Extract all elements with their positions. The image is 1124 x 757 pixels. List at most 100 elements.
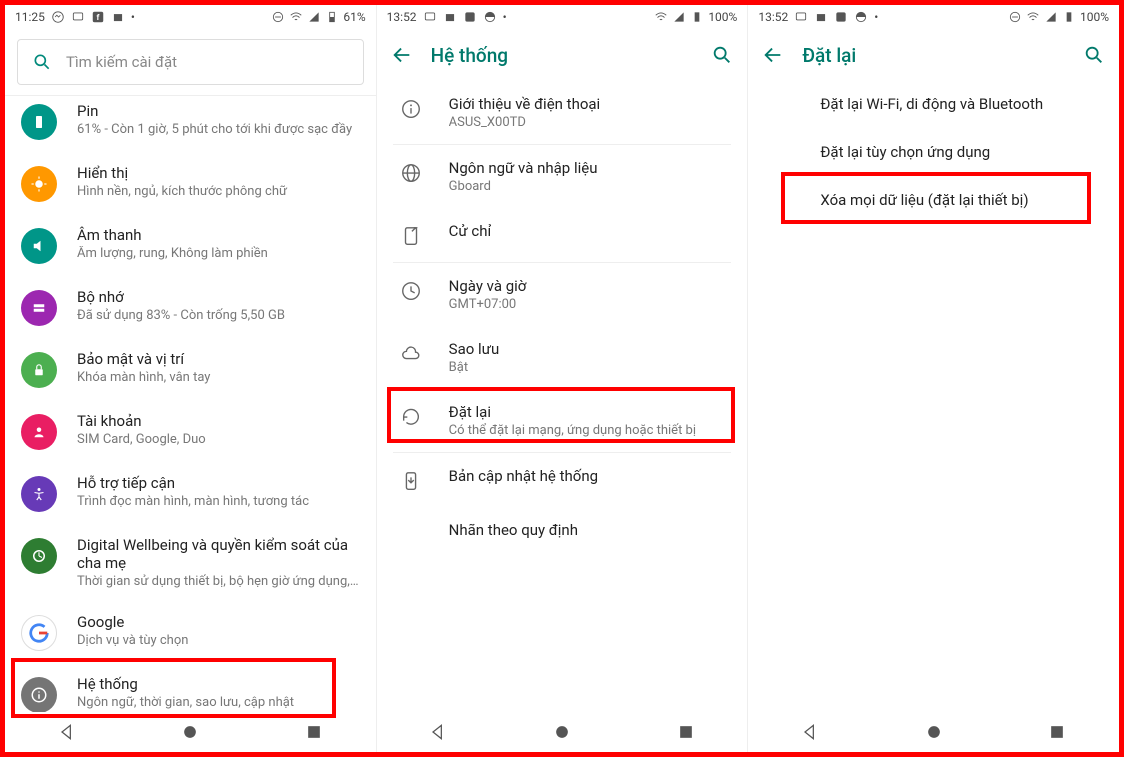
reset-item-network[interactable]: Đặt lại Wi-Fi, di động và Bluetooth: [748, 81, 1119, 129]
google-icon: [21, 615, 57, 651]
display-icon: [21, 166, 57, 202]
search-placeholder: Tìm kiếm cài đặt: [66, 53, 177, 71]
info-icon: [399, 97, 423, 121]
signal-icon: [672, 10, 686, 24]
chat-icon: [794, 10, 808, 24]
globe-icon: [399, 161, 423, 185]
storage-icon: [21, 290, 57, 326]
settings-item-battery[interactable]: Pin61% - Còn 1 giờ, 5 phút cho tới khi đ…: [5, 96, 376, 152]
cloud-icon: [399, 342, 423, 366]
search-button[interactable]: [1083, 44, 1105, 66]
system-panel: 13:52 • 100% Hệ thống Giới thiệu v: [376, 5, 749, 752]
settings-item-sound[interactable]: Âm thanhÂm lượng, rung, Không làm phiền: [5, 214, 376, 276]
nav-bar: [5, 712, 376, 752]
account-icon: [21, 414, 57, 450]
more-icon: •: [503, 10, 507, 24]
wifi-icon: [289, 10, 303, 24]
search-input[interactable]: Tìm kiếm cài đặt: [17, 39, 364, 85]
app-bar-title: Hệ thống: [431, 44, 694, 67]
app-bar: Đặt lại: [748, 29, 1119, 81]
search-icon: [32, 52, 52, 72]
system-item-gestures[interactable]: Cử chỉ: [377, 208, 748, 262]
app-bar: Hệ thống: [377, 29, 748, 81]
status-bar: 11:25 f • 61%: [5, 5, 376, 29]
status-battery: 100%: [1080, 10, 1109, 24]
app-icon: [834, 10, 848, 24]
search-button[interactable]: [711, 44, 733, 66]
status-time: 13:52: [758, 10, 788, 24]
more-icon: •: [874, 10, 878, 24]
status-bar: 13:52 • 100%: [748, 5, 1119, 29]
nav-home-icon[interactable]: [552, 722, 572, 742]
reset-icon: [399, 405, 423, 429]
do-not-disturb-icon: [271, 10, 285, 24]
nav-recent-icon[interactable]: [676, 722, 696, 742]
chat-icon: [71, 10, 85, 24]
update-icon: [399, 469, 423, 493]
clock-icon: [399, 279, 423, 303]
status-time: 11:25: [15, 10, 45, 24]
wifi-icon: [654, 10, 668, 24]
svg-text:f: f: [96, 12, 99, 22]
app-bar-title: Đặt lại: [802, 44, 1065, 67]
app-icon: [463, 10, 477, 24]
shop-icon: [443, 10, 457, 24]
circle-icon: [483, 10, 497, 24]
settings-item-storage[interactable]: Bộ nhớĐã sử dụng 83% - Còn trống 5,50 GB: [5, 276, 376, 338]
do-not-disturb-icon: [1008, 10, 1022, 24]
shop-icon: [111, 10, 125, 24]
wifi-icon: [1026, 10, 1040, 24]
more-icon: •: [131, 10, 135, 24]
shop-icon: [814, 10, 828, 24]
system-item-regulatory[interactable]: Nhãn theo quy định: [377, 507, 748, 555]
nav-recent-icon[interactable]: [1047, 722, 1067, 742]
circle-icon: [854, 10, 868, 24]
settings-item-accounts[interactable]: Tài khoảnSIM Card, Google, Duo: [5, 400, 376, 462]
system-item-backup[interactable]: Sao lưuBật: [377, 326, 748, 389]
settings-panel: 11:25 f • 61% Tìm kiếm cài đặt: [5, 5, 376, 752]
nav-bar: [748, 712, 1119, 752]
settings-item-wellbeing[interactable]: Digital Wellbeing và quyền kiểm soát của…: [5, 524, 376, 601]
back-button[interactable]: [762, 44, 784, 66]
battery-icon: [325, 10, 339, 24]
status-bar: 13:52 • 100%: [377, 5, 748, 29]
battery-icon: [1062, 10, 1076, 24]
info-icon: [21, 677, 57, 712]
facebook-icon: f: [91, 10, 105, 24]
chat-icon: [423, 10, 437, 24]
settings-item-accessibility[interactable]: Hỗ trợ tiếp cậnTrình đọc màn hình, màn h…: [5, 462, 376, 524]
system-item-language[interactable]: Ngôn ngữ và nhập liệuGboard: [377, 145, 748, 208]
system-item-datetime[interactable]: Ngày và giờGMT+07:00: [377, 263, 748, 326]
nav-bar: [377, 712, 748, 752]
accessibility-icon: [21, 476, 57, 512]
nav-back-icon[interactable]: [428, 722, 448, 742]
nav-home-icon[interactable]: [180, 722, 200, 742]
messenger-icon: [51, 10, 65, 24]
system-item-about[interactable]: Giới thiệu về điện thoạiASUS_X00TD: [377, 81, 748, 144]
system-item-update[interactable]: Bản cập nhật hệ thống: [377, 453, 748, 507]
reset-panel: 13:52 • 100% Đặt lại Đặt: [748, 5, 1119, 752]
back-button[interactable]: [391, 44, 413, 66]
reset-item-apps[interactable]: Đặt lại tùy chọn ứng dụng: [748, 129, 1119, 177]
status-battery: 61%: [343, 10, 365, 24]
nav-back-icon[interactable]: [57, 722, 77, 742]
lock-icon: [21, 352, 57, 388]
settings-item-system[interactable]: Hệ thốngNgôn ngữ, thời gian, sao lưu, cậ…: [5, 663, 376, 712]
system-item-reset[interactable]: Đặt lạiCó thể đặt lại mạng, ứng dụng hoặ…: [377, 389, 748, 452]
signal-icon: [307, 10, 321, 24]
nav-back-icon[interactable]: [800, 722, 820, 742]
settings-item-display[interactable]: Hiển thịHình nền, ngủ, kích thước phông …: [5, 152, 376, 214]
nav-recent-icon[interactable]: [304, 722, 324, 742]
wellbeing-icon: [21, 538, 57, 574]
settings-item-security[interactable]: Bảo mật và vị tríKhóa màn hình, vân tay: [5, 338, 376, 400]
signal-icon: [1044, 10, 1058, 24]
reset-item-factory[interactable]: Xóa mọi dữ liệu (đặt lại thiết bị): [748, 177, 1119, 225]
settings-item-google[interactable]: GoogleDịch vụ và tùy chọn: [5, 601, 376, 663]
sound-icon: [21, 228, 57, 264]
nav-home-icon[interactable]: [924, 722, 944, 742]
gesture-icon: [399, 224, 423, 248]
status-time: 13:52: [387, 10, 417, 24]
status-battery: 100%: [708, 10, 737, 24]
battery-icon: [690, 10, 704, 24]
battery-icon: [21, 104, 57, 140]
